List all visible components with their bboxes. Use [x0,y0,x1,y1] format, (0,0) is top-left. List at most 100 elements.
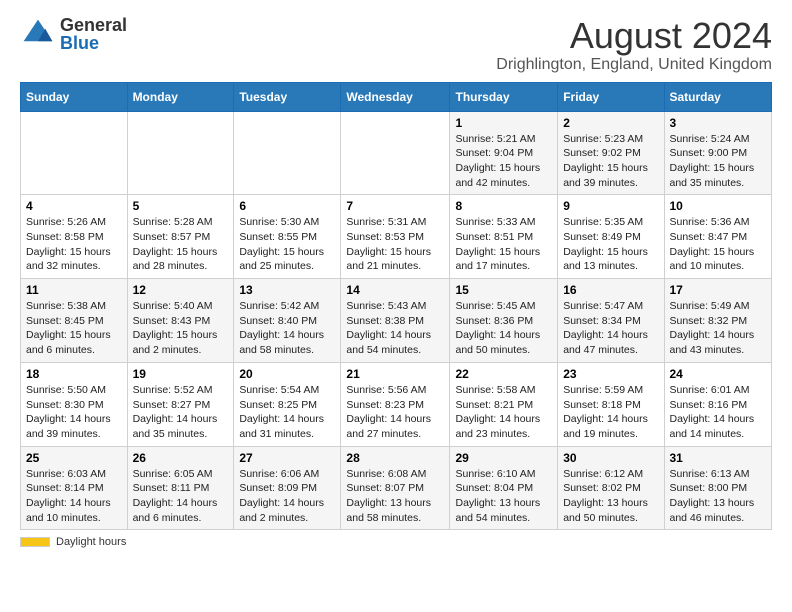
week-row-3: 18Sunrise: 5:50 AM Sunset: 8:30 PM Dayli… [21,362,772,446]
day-info: Sunrise: 5:45 AM Sunset: 8:36 PM Dayligh… [455,299,552,358]
calendar-table: Sunday Monday Tuesday Wednesday Thursday… [20,82,772,531]
day-info: Sunrise: 5:42 AM Sunset: 8:40 PM Dayligh… [239,299,335,358]
day-cell: 1 Sunrise: 5:21 AM Sunset: 9:04 PM Daylig… [450,111,558,195]
day-number: 13 [239,283,335,297]
day-info: Sunrise: 6:01 AM Sunset: 8:16 PM Dayligh… [670,383,767,442]
day-cell: 20Sunrise: 5:54 AM Sunset: 8:25 PM Dayli… [234,362,341,446]
logo-icon [20,16,56,52]
day-number: 9 [563,199,658,213]
day-cell: 6 Sunrise: 5:30 AM Sunset: 8:55 PM Daylig… [234,195,341,279]
day-cell: 3Sunrise: 5:24 AM Sunset: 9:00 PM Daylig… [664,111,772,195]
day-number: 1 [455,116,552,130]
day-number: 11 [26,283,122,297]
day-cell: 25Sunrise: 6:03 AM Sunset: 8:14 PM Dayli… [21,446,128,530]
day-cell: 10 Sunrise: 5:36 AM Sunset: 8:47 PM Dayli… [664,195,772,279]
day-cell: 27Sunrise: 6:06 AM Sunset: 8:09 PM Dayli… [234,446,341,530]
day-number: 22 [455,367,552,381]
daylight-bar-icon [20,537,50,547]
day-info: Sunrise: 5:50 AM Sunset: 8:30 PM Dayligh… [26,383,122,442]
title-area: August 2024 Drighlington, England, Unite… [496,16,772,74]
day-number: 26 [133,451,229,465]
day-cell: 17Sunrise: 5:49 AM Sunset: 8:32 PM Dayli… [664,279,772,363]
day-info: Sunrise: 5:36 AM Sunset: 8:47 PM Dayligh… [670,215,767,274]
day-cell: 12 Sunrise: 5:40 AM Sunset: 8:43 PM Dayli… [127,279,234,363]
day-info: Sunrise: 6:13 AM Sunset: 8:00 PM Dayligh… [670,467,767,526]
day-info: Sunrise: 6:12 AM Sunset: 8:02 PM Dayligh… [563,467,658,526]
day-info: Sunrise: 5:40 AM Sunset: 8:43 PM Dayligh… [133,299,229,358]
day-number: 10 [670,199,767,213]
day-info: Sunrise: 5:33 AM Sunset: 8:51 PM Dayligh… [455,215,552,274]
day-number: 12 [133,283,229,297]
day-info: Sunrise: 5:30 AM Sunset: 8:55 PM Dayligh… [239,215,335,274]
day-info: Sunrise: 5:31 AM Sunset: 8:53 PM Dayligh… [346,215,444,274]
logo: General Blue [20,16,127,52]
week-row-0: 1 Sunrise: 5:21 AM Sunset: 9:04 PM Daylig… [21,111,772,195]
day-cell: 11 Sunrise: 5:38 AM Sunset: 8:45 PM Dayli… [21,279,128,363]
day-cell: 23Sunrise: 5:59 AM Sunset: 8:18 PM Dayli… [558,362,664,446]
day-cell: 18Sunrise: 5:50 AM Sunset: 8:30 PM Dayli… [21,362,128,446]
day-cell: 31 Sunrise: 6:13 AM Sunset: 8:00 PM Dayli… [664,446,772,530]
day-info: Sunrise: 6:10 AM Sunset: 8:04 PM Dayligh… [455,467,552,526]
logo-text: General Blue [60,16,127,52]
day-info: Sunrise: 6:08 AM Sunset: 8:07 PM Dayligh… [346,467,444,526]
day-cell: 9Sunrise: 5:35 AM Sunset: 8:49 PM Daylig… [558,195,664,279]
day-info: Sunrise: 5:38 AM Sunset: 8:45 PM Dayligh… [26,299,122,358]
day-cell: 24 Sunrise: 6:01 AM Sunset: 8:16 PM Dayli… [664,362,772,446]
day-info: Sunrise: 5:21 AM Sunset: 9:04 PM Dayligh… [455,132,552,191]
day-number: 8 [455,199,552,213]
day-number: 15 [455,283,552,297]
day-cell: 29 Sunrise: 6:10 AM Sunset: 8:04 PM Dayli… [450,446,558,530]
day-cell [341,111,450,195]
col-saturday: Saturday [664,82,772,111]
day-cell: 5 Sunrise: 5:28 AM Sunset: 8:57 PM Daylig… [127,195,234,279]
day-number: 2 [563,116,658,130]
day-number: 16 [563,283,658,297]
day-cell: 16 Sunrise: 5:47 AM Sunset: 8:34 PM Dayli… [558,279,664,363]
day-info: Sunrise: 5:59 AM Sunset: 8:18 PM Dayligh… [563,383,658,442]
day-number: 7 [346,199,444,213]
day-info: Sunrise: 5:54 AM Sunset: 8:25 PM Dayligh… [239,383,335,442]
day-cell: 2Sunrise: 5:23 AM Sunset: 9:02 PM Daylig… [558,111,664,195]
col-tuesday: Tuesday [234,82,341,111]
day-info: Sunrise: 5:49 AM Sunset: 8:32 PM Dayligh… [670,299,767,358]
day-cell: 15 Sunrise: 5:45 AM Sunset: 8:36 PM Dayli… [450,279,558,363]
header: General Blue August 2024 Drighlington, E… [20,16,772,74]
day-info: Sunrise: 6:05 AM Sunset: 8:11 PM Dayligh… [133,467,229,526]
day-number: 4 [26,199,122,213]
col-sunday: Sunday [21,82,128,111]
subtitle: Drighlington, England, United Kingdom [496,56,772,74]
day-cell [234,111,341,195]
logo-general: General [60,16,127,34]
day-number: 27 [239,451,335,465]
week-row-1: 4 Sunrise: 5:26 AM Sunset: 8:58 PM Daylig… [21,195,772,279]
day-number: 21 [346,367,444,381]
day-number: 5 [133,199,229,213]
day-info: Sunrise: 5:56 AM Sunset: 8:23 PM Dayligh… [346,383,444,442]
days-of-week-row: Sunday Monday Tuesday Wednesday Thursday… [21,82,772,111]
day-cell: 7 Sunrise: 5:31 AM Sunset: 8:53 PM Daylig… [341,195,450,279]
day-number: 3 [670,116,767,130]
calendar-header: Sunday Monday Tuesday Wednesday Thursday… [21,82,772,111]
day-number: 31 [670,451,767,465]
day-number: 25 [26,451,122,465]
day-number: 6 [239,199,335,213]
day-info: Sunrise: 5:28 AM Sunset: 8:57 PM Dayligh… [133,215,229,274]
day-info: Sunrise: 5:52 AM Sunset: 8:27 PM Dayligh… [133,383,229,442]
day-number: 28 [346,451,444,465]
week-row-4: 25Sunrise: 6:03 AM Sunset: 8:14 PM Dayli… [21,446,772,530]
logo-blue: Blue [60,34,127,52]
day-cell: 26 Sunrise: 6:05 AM Sunset: 8:11 PM Dayli… [127,446,234,530]
col-friday: Friday [558,82,664,111]
day-number: 24 [670,367,767,381]
day-cell: 30Sunrise: 6:12 AM Sunset: 8:02 PM Dayli… [558,446,664,530]
day-cell: 19Sunrise: 5:52 AM Sunset: 8:27 PM Dayli… [127,362,234,446]
day-cell: 8 Sunrise: 5:33 AM Sunset: 8:51 PM Daylig… [450,195,558,279]
day-cell: 4 Sunrise: 5:26 AM Sunset: 8:58 PM Daylig… [21,195,128,279]
day-info: Sunrise: 5:26 AM Sunset: 8:58 PM Dayligh… [26,215,122,274]
day-cell: 21 Sunrise: 5:56 AM Sunset: 8:23 PM Dayli… [341,362,450,446]
day-cell [127,111,234,195]
day-info: Sunrise: 5:47 AM Sunset: 8:34 PM Dayligh… [563,299,658,358]
day-cell [21,111,128,195]
day-number: 29 [455,451,552,465]
col-monday: Monday [127,82,234,111]
